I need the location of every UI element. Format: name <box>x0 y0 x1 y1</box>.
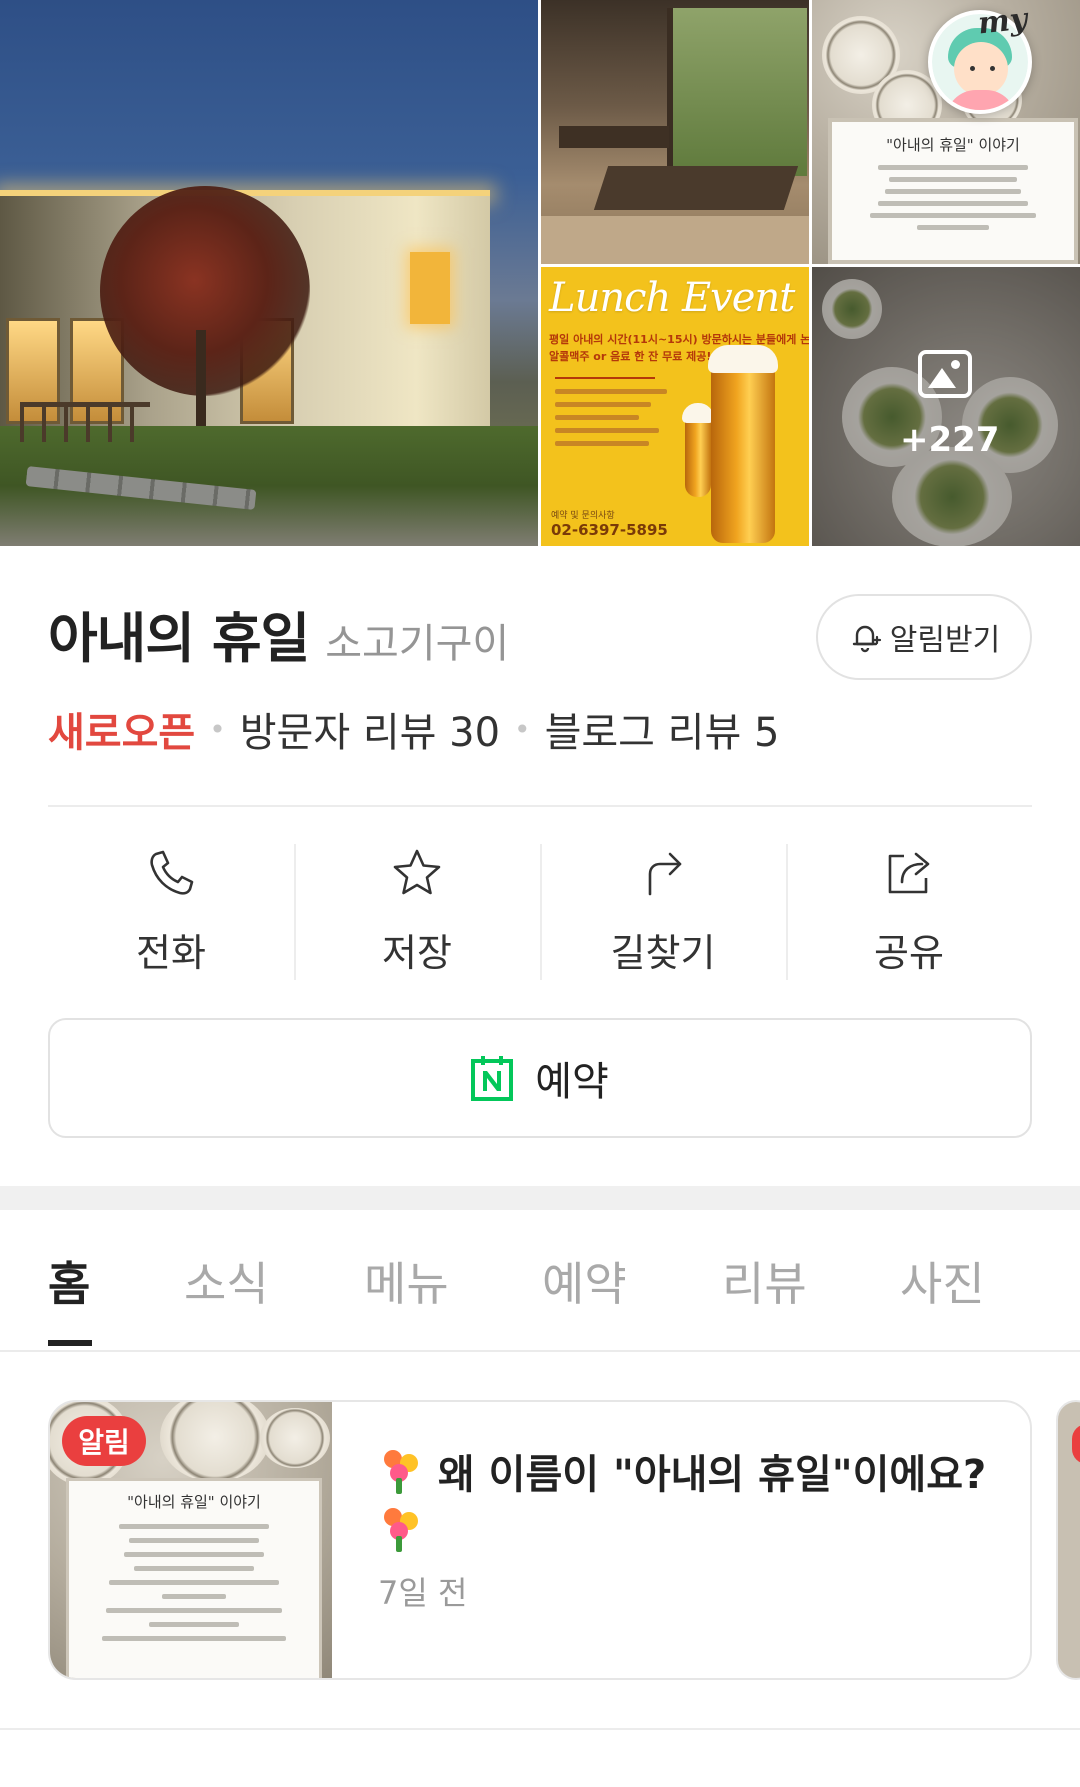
news-card[interactable]: "아내의 휴일" 이야기 왜 이름이 "아내의 휴일"이에요? 7일 전 <box>48 1400 1032 1680</box>
lunch-event-photo[interactable]: Lunch Event 평일 아내의 시간(11시~15시) 방문하시는 분들에… <box>541 267 809 546</box>
image-icon <box>918 350 972 398</box>
news-body: 왜 이름이 "아내의 휴일"이에요? 7일 전 <box>378 1446 988 1614</box>
save-button[interactable]: 저장 <box>294 842 540 982</box>
photo-gallery: "아내의 휴일" 이야기 Lunch Event 평일 아내의 시간(11시~1… <box>0 0 1080 546</box>
tab-photos[interactable]: 사진 <box>900 1248 985 1314</box>
event-phone: 02-6397-5895 <box>551 521 668 539</box>
action-bar: 전화 저장 길찾기 공유 <box>48 842 1032 982</box>
new-open-badge: 새로오픈 <box>48 710 196 756</box>
reserve-label: 예약 <box>535 1059 609 1105</box>
tab-news[interactable]: 소식 <box>184 1248 269 1314</box>
separator-dot: • <box>514 712 531 746</box>
divider <box>48 805 1032 807</box>
alarm-button-label: 알림받기 <box>889 623 1001 658</box>
tab-bar: 홈 소식 메뉴 예약 리뷰 사진 <box>0 1210 1080 1352</box>
event-title: Lunch Event <box>549 275 795 321</box>
tab-home[interactable]: 홈 <box>48 1248 90 1314</box>
blog-reviews-link[interactable]: 블로그 리뷰 5 <box>545 700 780 758</box>
food-photo[interactable] <box>812 267 1080 546</box>
next-news-card[interactable] <box>1056 1400 1080 1680</box>
interior-photo[interactable] <box>541 0 809 264</box>
my-badge-label: my <box>976 1 1029 42</box>
bouquet-icon <box>378 1506 424 1552</box>
news-title: 왜 이름이 "아내의 휴일"이에요? <box>378 1446 988 1562</box>
divider <box>0 1728 1080 1730</box>
tab-reviews[interactable]: 리뷰 <box>722 1248 807 1314</box>
story-card: "아내의 휴일" 이야기 <box>828 118 1078 264</box>
visitor-reviews-link[interactable]: 방문자 리뷰 30 <box>240 700 500 758</box>
directions-button[interactable]: 길찾기 <box>540 842 786 982</box>
story-card-title: "아내의 휴일" 이야기 <box>886 136 1020 154</box>
place-name: 아내의 휴일 <box>48 607 310 670</box>
call-button[interactable]: 전화 <box>48 842 294 982</box>
directions-label: 길찾기 <box>610 931 716 975</box>
naver-booking-icon <box>471 1056 514 1101</box>
more-photos-count[interactable]: +227 <box>900 420 999 460</box>
directions-arrow-icon <box>648 852 682 896</box>
call-label: 전화 <box>136 931 206 975</box>
share-button[interactable]: 공유 <box>786 842 1032 982</box>
section-separator <box>0 1186 1080 1210</box>
share-icon <box>888 852 930 894</box>
notice-badge: 알림 <box>62 1416 146 1466</box>
place-meta: 새로오픈 • 방문자 리뷰 30 • 블로그 리뷰 5 <box>48 700 779 758</box>
bouquet-icon <box>378 1448 424 1494</box>
tab-booking[interactable]: 예약 <box>542 1248 627 1314</box>
beer-glass-large <box>708 345 778 543</box>
news-time: 7일 전 <box>378 1574 468 1612</box>
phone-icon <box>150 850 194 895</box>
exterior-photo[interactable] <box>0 0 538 546</box>
news-title-text: 왜 이름이 "아내의 휴일"이에요? <box>437 1452 987 1498</box>
separator-dot: • <box>209 712 226 746</box>
event-phone-label: 예약 및 문의사항 <box>551 511 615 521</box>
beer-glass-small <box>682 403 714 497</box>
save-label: 저장 <box>382 931 452 975</box>
alarm-button[interactable]: 알림받기 <box>816 594 1032 680</box>
place-title: 아내의 휴일 소고기구이 <box>48 594 509 673</box>
bell-plus-icon <box>852 625 881 653</box>
active-tab-indicator <box>48 1340 92 1346</box>
place-category: 소고기구이 <box>325 621 510 667</box>
reserve-button[interactable]: 예약 <box>48 1018 1032 1138</box>
tab-menu[interactable]: 메뉴 <box>364 1248 449 1314</box>
share-label: 공유 <box>874 931 944 975</box>
news-thumb-title: "아내의 휴일" 이야기 <box>127 1493 261 1511</box>
story-card: "아내의 휴일" 이야기 <box>66 1478 322 1678</box>
star-icon <box>393 849 441 895</box>
